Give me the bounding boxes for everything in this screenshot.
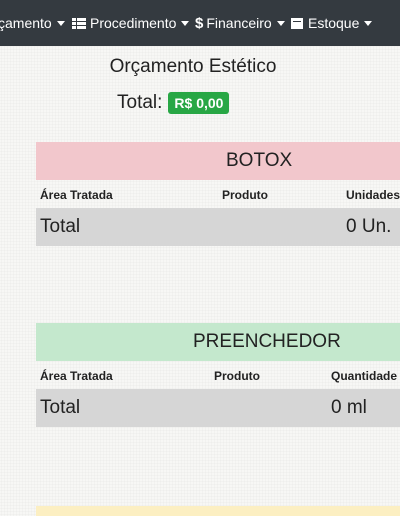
nav-procedimento[interactable]: Procedimento (72, 15, 190, 31)
top-navbar: çamento Procedimento $ Financeiro Estoqu… (0, 0, 400, 46)
nav-financeiro[interactable]: $ Financeiro (195, 15, 285, 32)
col-area-tratada: Área Tratada (40, 188, 113, 202)
grand-total-badge: R$ 0,00 (168, 92, 230, 114)
nav-estoque[interactable]: Estoque (291, 15, 373, 31)
next-section-header (36, 506, 400, 516)
botox-title: BOTOX (226, 150, 293, 171)
botox-total-label: Total (40, 216, 81, 237)
botox-column-headers: Área Tratada Produto Unidades (36, 180, 400, 208)
preenchedor-header: PREENCHEDOR (36, 323, 400, 361)
grand-total-label: Total: (117, 92, 163, 113)
nav-estoque-label: Estoque (308, 15, 360, 31)
nav-financeiro-label: Financeiro (206, 15, 272, 31)
chevron-down-icon (181, 20, 190, 26)
preenchedor-title: PREENCHEDOR (193, 331, 341, 352)
preenchedor-section: PREENCHEDOR Área Tratada Produto Quantid… (36, 323, 400, 427)
dollar-icon: $ (195, 14, 204, 32)
nav-orcamento[interactable]: çamento (0, 15, 65, 31)
col-quantidade: Quantidade (331, 369, 398, 383)
botox-section: BOTOX Área Tratada Produto Unidades Tota… (36, 142, 400, 246)
nav-orcamento-label: çamento (0, 15, 52, 31)
chevron-down-icon (364, 20, 373, 26)
botox-total-row: Total 0 Un. (36, 208, 400, 246)
grand-total: Total: R$ 0,00 (117, 92, 230, 114)
col-area-tratada: Área Tratada (40, 369, 113, 383)
box-icon (291, 17, 303, 29)
botox-header: BOTOX (36, 142, 400, 180)
preenchedor-total-value: 0 ml (331, 397, 367, 418)
preenchedor-column-headers: Área Tratada Produto Quantidade (36, 361, 400, 389)
col-unidades: Unidades (346, 188, 400, 202)
chevron-down-icon (56, 20, 65, 26)
col-produto: Produto (214, 369, 260, 383)
page-title: Orçamento Estético (109, 56, 277, 77)
chevron-down-icon (276, 20, 285, 26)
preenchedor-total-row: Total 0 ml (36, 389, 400, 427)
nav-procedimento-label: Procedimento (90, 15, 177, 31)
preenchedor-total-label: Total (40, 397, 81, 418)
botox-total-value: 0 Un. (346, 216, 392, 237)
col-produto: Produto (222, 188, 268, 202)
list-icon (72, 17, 86, 29)
